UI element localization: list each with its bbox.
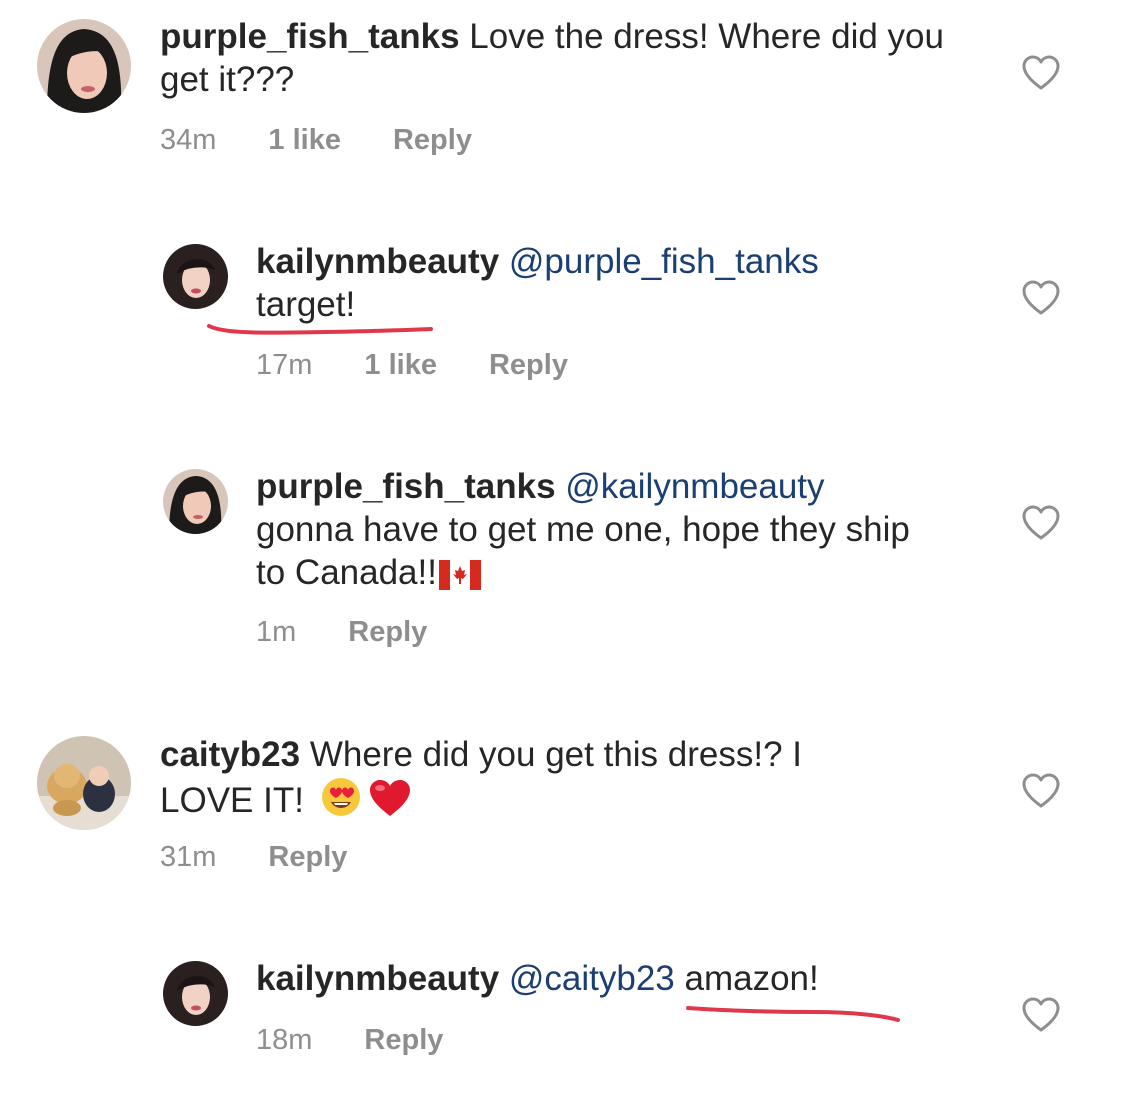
comment-meta: 18m Reply (256, 1024, 443, 1057)
timestamp: 18m (256, 1024, 313, 1056)
comment-item: kailynmbeauty @caityb23 amazon! 18m Reply (0, 0, 1125, 1100)
red-underline-annotation (686, 1006, 900, 1022)
comment-body: amazon! (674, 959, 819, 998)
like-heart-icon[interactable] (1022, 997, 1060, 1033)
comment-text: kailynmbeauty @caityb23 amazon! (256, 957, 976, 1000)
mention-link[interactable]: @caityb23 (499, 959, 675, 998)
avatar[interactable] (163, 961, 228, 1026)
username[interactable]: kailynmbeauty (256, 959, 499, 998)
reply-button[interactable]: Reply (364, 1024, 443, 1057)
